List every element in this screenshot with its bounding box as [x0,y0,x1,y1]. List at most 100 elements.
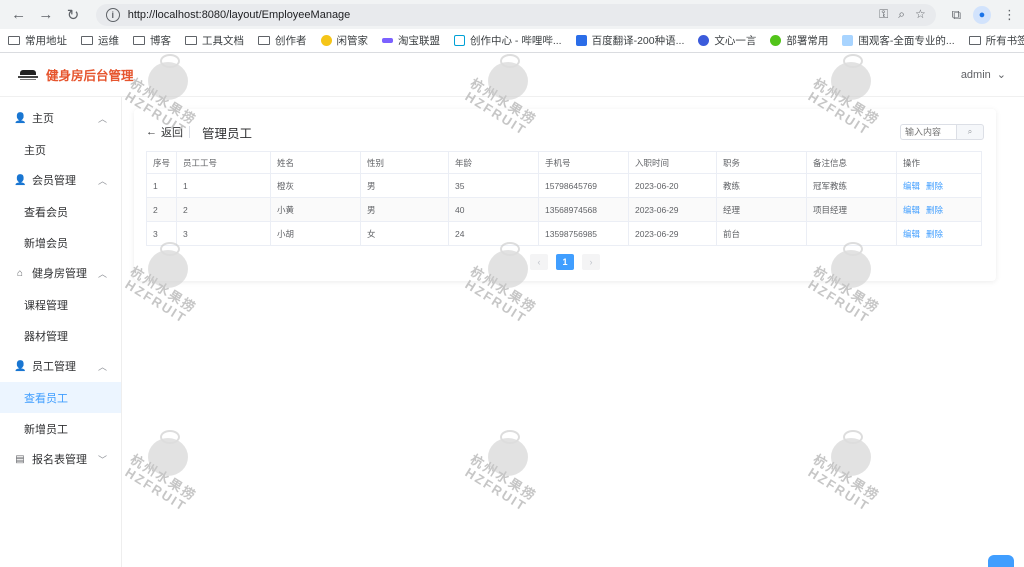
sidebar-group-members[interactable]: 👤 会员管理 ︿ [0,165,121,195]
bookmark-item[interactable]: 常用地址 [8,33,67,48]
back-arrow-icon: ← [146,126,157,138]
bookmark-item[interactable]: 部署常用 [770,33,828,48]
profile-avatar-icon[interactable]: ● [973,5,991,24]
bookmark-item[interactable]: 百度翻译-200种语... [575,33,684,48]
logo-icon [18,68,38,82]
bookmark-item[interactable]: 创作中心 - 哔哩哔... [454,33,562,48]
sidebar-item-home[interactable]: 主页 [0,134,121,165]
cell: 2 [146,197,177,222]
app-title: 健身房后台管理 [46,69,134,83]
edit-button[interactable]: 编辑 [903,229,920,239]
bookmark-item[interactable]: 闲管家 [320,33,368,48]
sidebar-item-view-members[interactable]: 查看会员 [0,196,121,227]
divider [189,126,190,138]
chevron-down-icon: ﹀ [97,454,107,465]
reload-icon[interactable]: ↻ [62,4,83,26]
col-header: 姓名 [270,151,361,174]
page-number-button[interactable]: 1 [556,254,574,270]
edit-button[interactable]: 编辑 [903,181,920,191]
app-header: 健身房后台管理 admin ⌄ [0,53,1024,97]
folder-icon [258,36,270,45]
chevron-up-icon: ︿ [97,268,107,279]
zoom-icon[interactable]: ⌕ [898,7,905,22]
favicon-icon [575,35,587,46]
key-icon[interactable]: ⚿ [879,7,888,22]
sidebar-item-courses[interactable]: 课程管理 [0,289,121,320]
address-bar[interactable]: i http://localhost:8080/layout/EmployeeM… [95,3,936,26]
chevron-up-icon: ︿ [97,113,107,124]
search-icon[interactable]: ⌕ [956,124,984,140]
col-header: 员工工号 [176,151,271,174]
favicon-icon [320,35,332,46]
prev-page-button[interactable]: ‹ [530,254,548,270]
favicon-icon [382,38,393,43]
col-header: 操作 [896,151,982,174]
help-widget[interactable] [988,555,1014,567]
chevron-up-icon: ︿ [97,361,107,372]
delete-button[interactable]: 删除 [926,229,943,239]
cell: 13568974568 [538,197,629,222]
cell: 3 [176,221,271,246]
username: admin [960,68,991,81]
chevron-down-icon: ⌄ [996,69,1006,81]
cell: 15798645769 [538,173,629,198]
sidebar-group-employees[interactable]: 👤 员工管理 ︿ [0,351,121,381]
cell: 2 [176,197,271,222]
actions-cell: 编辑 删除 [896,197,982,222]
forward-arrow-icon[interactable]: → [35,4,56,26]
cell: 经理 [716,197,807,222]
main-content: ← 返回 管理员工 ⌕ 序号 员工工号 姓名 [122,97,1024,567]
bookmark-item[interactable]: 淘宝联盟 [382,33,440,48]
folder-icon [968,36,981,45]
cell: 24 [448,221,539,246]
sidebar-item-view-employees[interactable]: 查看员工 [0,382,121,413]
menu-kebab-icon[interactable]: ⋮ [1003,7,1016,23]
back-button[interactable]: ← 返回 [146,124,183,140]
bookmark-item[interactable]: 创作者 [258,33,307,48]
address-url[interactable]: http://localhost:8080/layout/EmployeeMan… [128,9,871,21]
all-bookmarks[interactable]: 所有书签 [968,33,1024,48]
bookmark-item[interactable]: 围观客-全面专业的... [842,33,955,48]
search-input[interactable] [900,124,956,140]
star-icon[interactable]: ☆ [915,7,926,22]
col-header: 年龄 [448,151,539,174]
sidebar-group-gym[interactable]: ⌂ 健身房管理 ︿ [0,258,121,288]
cell: 35 [448,173,539,198]
table-row: 1 1 橙灰 男 35 15798645769 2023-06-20 教练 冠军… [146,173,982,198]
col-header: 手机号 [538,151,629,174]
actions-cell: 编辑 删除 [896,173,982,198]
back-arrow-icon[interactable]: ← [8,4,29,26]
sidebar-group-home[interactable]: 👤 主页 ︿ [0,103,121,133]
employee-table: 序号 员工工号 姓名 性别 年龄 手机号 入职时间 职务 备注信息 操作 1 1… [146,151,982,246]
cell: 教练 [716,173,807,198]
user-dropdown[interactable]: admin ⌄ [960,68,1006,82]
site-info-icon[interactable]: i [105,7,120,22]
bookmark-item[interactable]: 运维 [81,33,119,48]
edit-button[interactable]: 编辑 [903,205,920,215]
sidebar-group-registrations[interactable]: ▤ 报名表管理 ﹀ [0,444,121,474]
delete-button[interactable]: 删除 [926,205,943,215]
cell: 橙灰 [270,173,361,198]
cell: 男 [360,197,449,222]
employee-card: ← 返回 管理员工 ⌕ 序号 员工工号 姓名 [134,109,996,281]
cell [806,221,897,246]
sidebar-item-equipment[interactable]: 器材管理 [0,320,121,351]
favicon-icon [454,35,465,46]
user-icon: 👤 [14,360,27,372]
bookmark-item[interactable]: 博客 [133,33,171,48]
cell: 小胡 [270,221,361,246]
bookmark-item[interactable]: 工具文档 [185,33,244,48]
next-page-button[interactable]: › [582,254,600,270]
delete-button[interactable]: 删除 [926,181,943,191]
cell: 3 [146,221,177,246]
bookmark-item[interactable]: 文心一言 [698,33,756,48]
col-header: 入职时间 [628,151,717,174]
sidebar-item-add-member[interactable]: 新增会员 [0,227,121,258]
extensions-icon[interactable]: ⧉ [952,7,961,23]
table-row: 3 3 小胡 女 24 13598756985 2023-06-29 前台 编辑… [146,221,982,246]
sidebar-item-add-employee[interactable]: 新增员工 [0,413,121,444]
col-header: 序号 [146,151,177,174]
cell: 2023-06-20 [628,173,717,198]
actions-cell: 编辑 删除 [896,221,982,246]
table-row: 2 2 小黄 男 40 13568974568 2023-06-29 经理 项目… [146,197,982,222]
